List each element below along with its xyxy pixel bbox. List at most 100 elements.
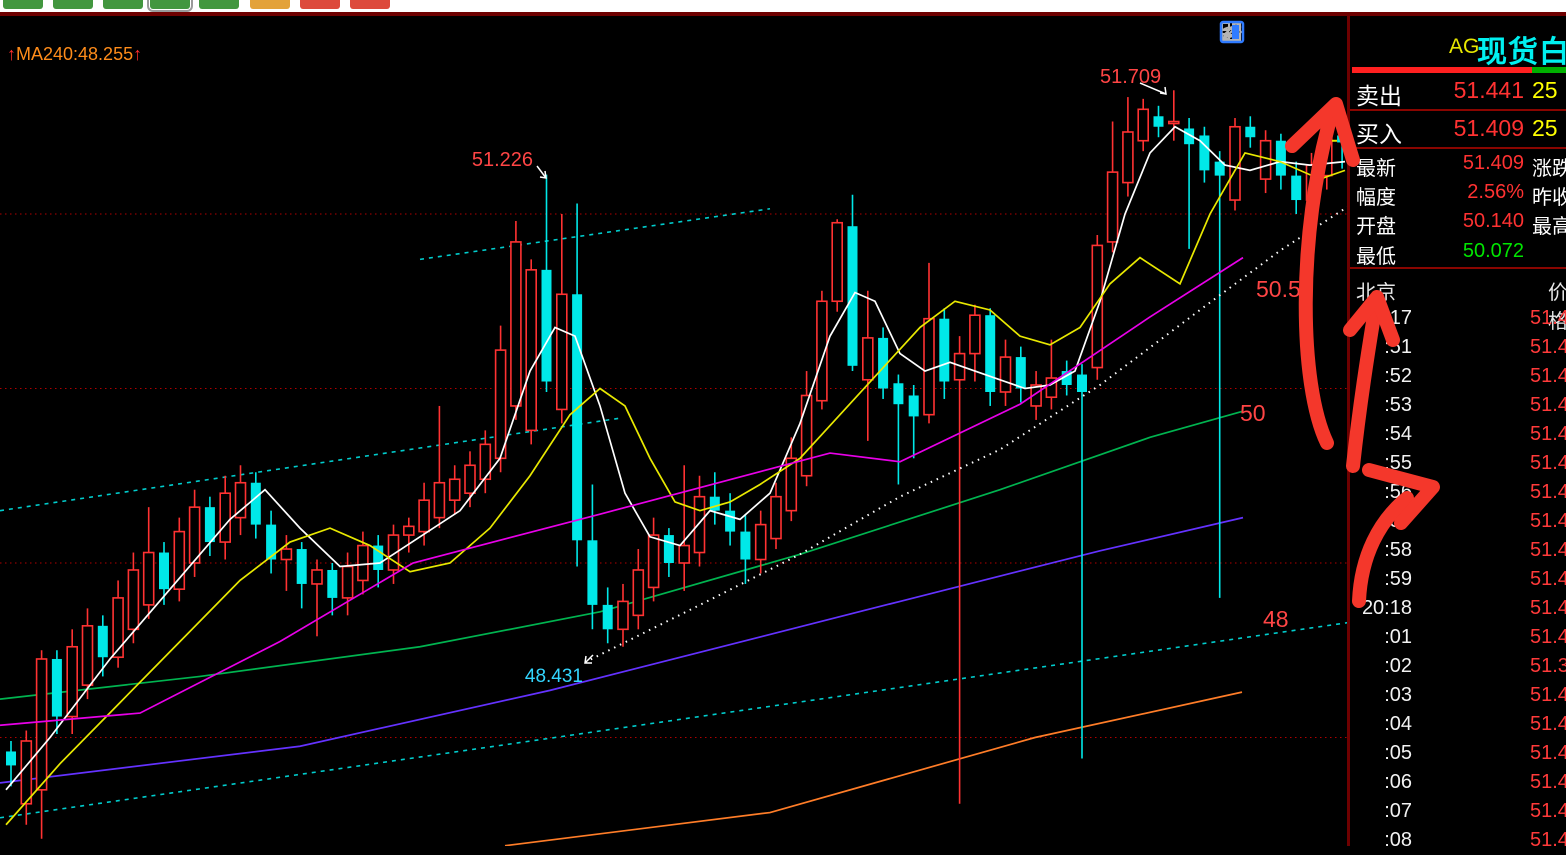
tick-price: 51.4 [1530, 307, 1566, 329]
tick-price: 51.4 [1530, 336, 1566, 358]
toolbar-button-3[interactable] [147, 0, 193, 12]
candle-body-up [280, 548, 293, 561]
toolbar-button-0[interactable] [3, 0, 43, 9]
quote-panel: AG 现货白银 卖出51.44125买入51.40925最新51.409涨跌幅度… [1350, 15, 1566, 851]
candle-body-up [341, 565, 354, 599]
quote-value: 50.140 [1462, 210, 1524, 232]
candle-body-down [296, 549, 307, 584]
tick-price: 51.4 [1530, 568, 1566, 590]
tick-row: 20:18 51.4 [1350, 594, 1566, 623]
tick-time: :58 [1384, 539, 1412, 561]
candlestick-chart[interactable]: 51.226 51.709 48.431 50.5 50 48 [0, 0, 1348, 846]
tick-time: 20:18 [1361, 597, 1412, 619]
up-arrow-icon: ↑ [133, 44, 143, 64]
ma-white [5, 125, 1346, 791]
tick-price: 51.4 [1530, 597, 1566, 619]
ma-magenta [0, 256, 1244, 727]
tick-price: 51.4 [1530, 626, 1566, 648]
tick-row: :56 51.4 [1350, 478, 1566, 507]
panel-layout-icon[interactable] [1219, 20, 1342, 45]
candle-body-up [1259, 139, 1272, 180]
toolbar-button-1[interactable] [53, 0, 93, 9]
quote-value: 51.441 [1453, 77, 1524, 103]
tick-price: 51.4 [1530, 771, 1566, 793]
tick-price: 51.4 [1530, 800, 1566, 822]
toolbar-button-6[interactable] [300, 0, 340, 9]
candle-body-down [1153, 116, 1164, 127]
candle-body-up [418, 499, 430, 533]
toolbar-button-2[interactable] [103, 0, 143, 9]
chart-canvas[interactable]: 51.226 51.709 48.431 50.5 50 48 [0, 0, 1348, 846]
candle-body-up [923, 317, 935, 416]
tick-time: :07 [1384, 800, 1412, 822]
toolbar-button-7[interactable] [350, 0, 390, 9]
candle-body-up [311, 569, 323, 585]
annotation-spike-high-2: 51.709 [1100, 66, 1161, 88]
tick-price: 51.4 [1530, 510, 1566, 532]
candle-body-up [357, 544, 369, 582]
ma-purple-line [0, 516, 1244, 784]
tick-time: :51 [1384, 336, 1412, 358]
candle-body-up [617, 600, 629, 631]
candle-body-down [587, 540, 598, 605]
separator [1350, 267, 1566, 269]
tick-price: 51.4 [1530, 365, 1566, 387]
tick-row: :58 51.4 [1350, 536, 1566, 565]
tick-time: :52 [1384, 365, 1412, 387]
toolbar-button-5[interactable] [250, 0, 290, 9]
candle-body-down [663, 535, 674, 563]
pencil-icon[interactable] [1221, 21, 1276, 45]
tick-time: :06 [1384, 771, 1412, 793]
quote-extra: 最高 [1532, 216, 1566, 238]
up-arrow-icon: ↑ [7, 44, 16, 64]
candle-body-up [1168, 120, 1180, 125]
candle-body-down [1337, 135, 1348, 143]
tick-time: :03 [1384, 684, 1412, 706]
quote-value: 50.072 [1462, 240, 1524, 262]
top-toolbar [0, 0, 1566, 12]
tick-row: :07 51.4 [1350, 797, 1566, 826]
toolbar-button-4[interactable] [199, 0, 239, 9]
tick-row: :59 51.4 [1350, 565, 1566, 594]
tick-row: :08 51.4 [1350, 826, 1566, 855]
tick-row: :02 51.3 [1350, 652, 1566, 681]
tick-time: :53 [1384, 394, 1412, 416]
candle-body-down [1077, 374, 1087, 392]
candle-body-down [709, 496, 720, 511]
tick-price: 51.4 [1530, 713, 1566, 735]
tick-time: :55 [1384, 452, 1412, 474]
tick-row: :53 51.4 [1350, 391, 1566, 420]
candle-body-down [6, 751, 16, 766]
candle-body-up [831, 221, 844, 303]
quote-extra: 涨跌 [1532, 158, 1566, 180]
trendline-dotted [584, 205, 1348, 664]
candle-body-up [647, 534, 660, 589]
candle-body-up [632, 569, 645, 617]
candle-body-down [893, 383, 904, 405]
tick-row: :57 51.4 [1350, 507, 1566, 536]
tick-time: :57 [1384, 510, 1412, 532]
ma240-label: ↑MA240:48.255↑ [7, 44, 143, 64]
candle-body-up [1305, 164, 1318, 201]
candle-body-up [800, 394, 813, 477]
annotation-level-50: 50 [1240, 400, 1266, 426]
tick-time: :01 [1384, 626, 1412, 648]
candle-body-up [678, 544, 691, 564]
candle-body-down [602, 604, 613, 630]
tick-row: :03 51.4 [1350, 681, 1566, 710]
tick-price: 51.4 [1530, 539, 1566, 561]
candle-body-down [250, 482, 261, 525]
channel-mid-line [0, 417, 621, 512]
channel-bottom-line [0, 621, 1348, 819]
candle-body-down [1275, 140, 1286, 176]
candle-body-up [555, 293, 568, 411]
divider [0, 12, 1566, 16]
candle-body-down [541, 269, 552, 382]
candle-body-down [97, 625, 108, 658]
divider [1347, 15, 1350, 846]
tick-price: 51.4 [1530, 684, 1566, 706]
instrument-name: 现货白银 [1477, 36, 1566, 69]
grid-icon[interactable] [1221, 21, 1309, 45]
tick-row: :51 51.4 [1350, 333, 1566, 362]
tick-time: :59 [1384, 568, 1412, 590]
